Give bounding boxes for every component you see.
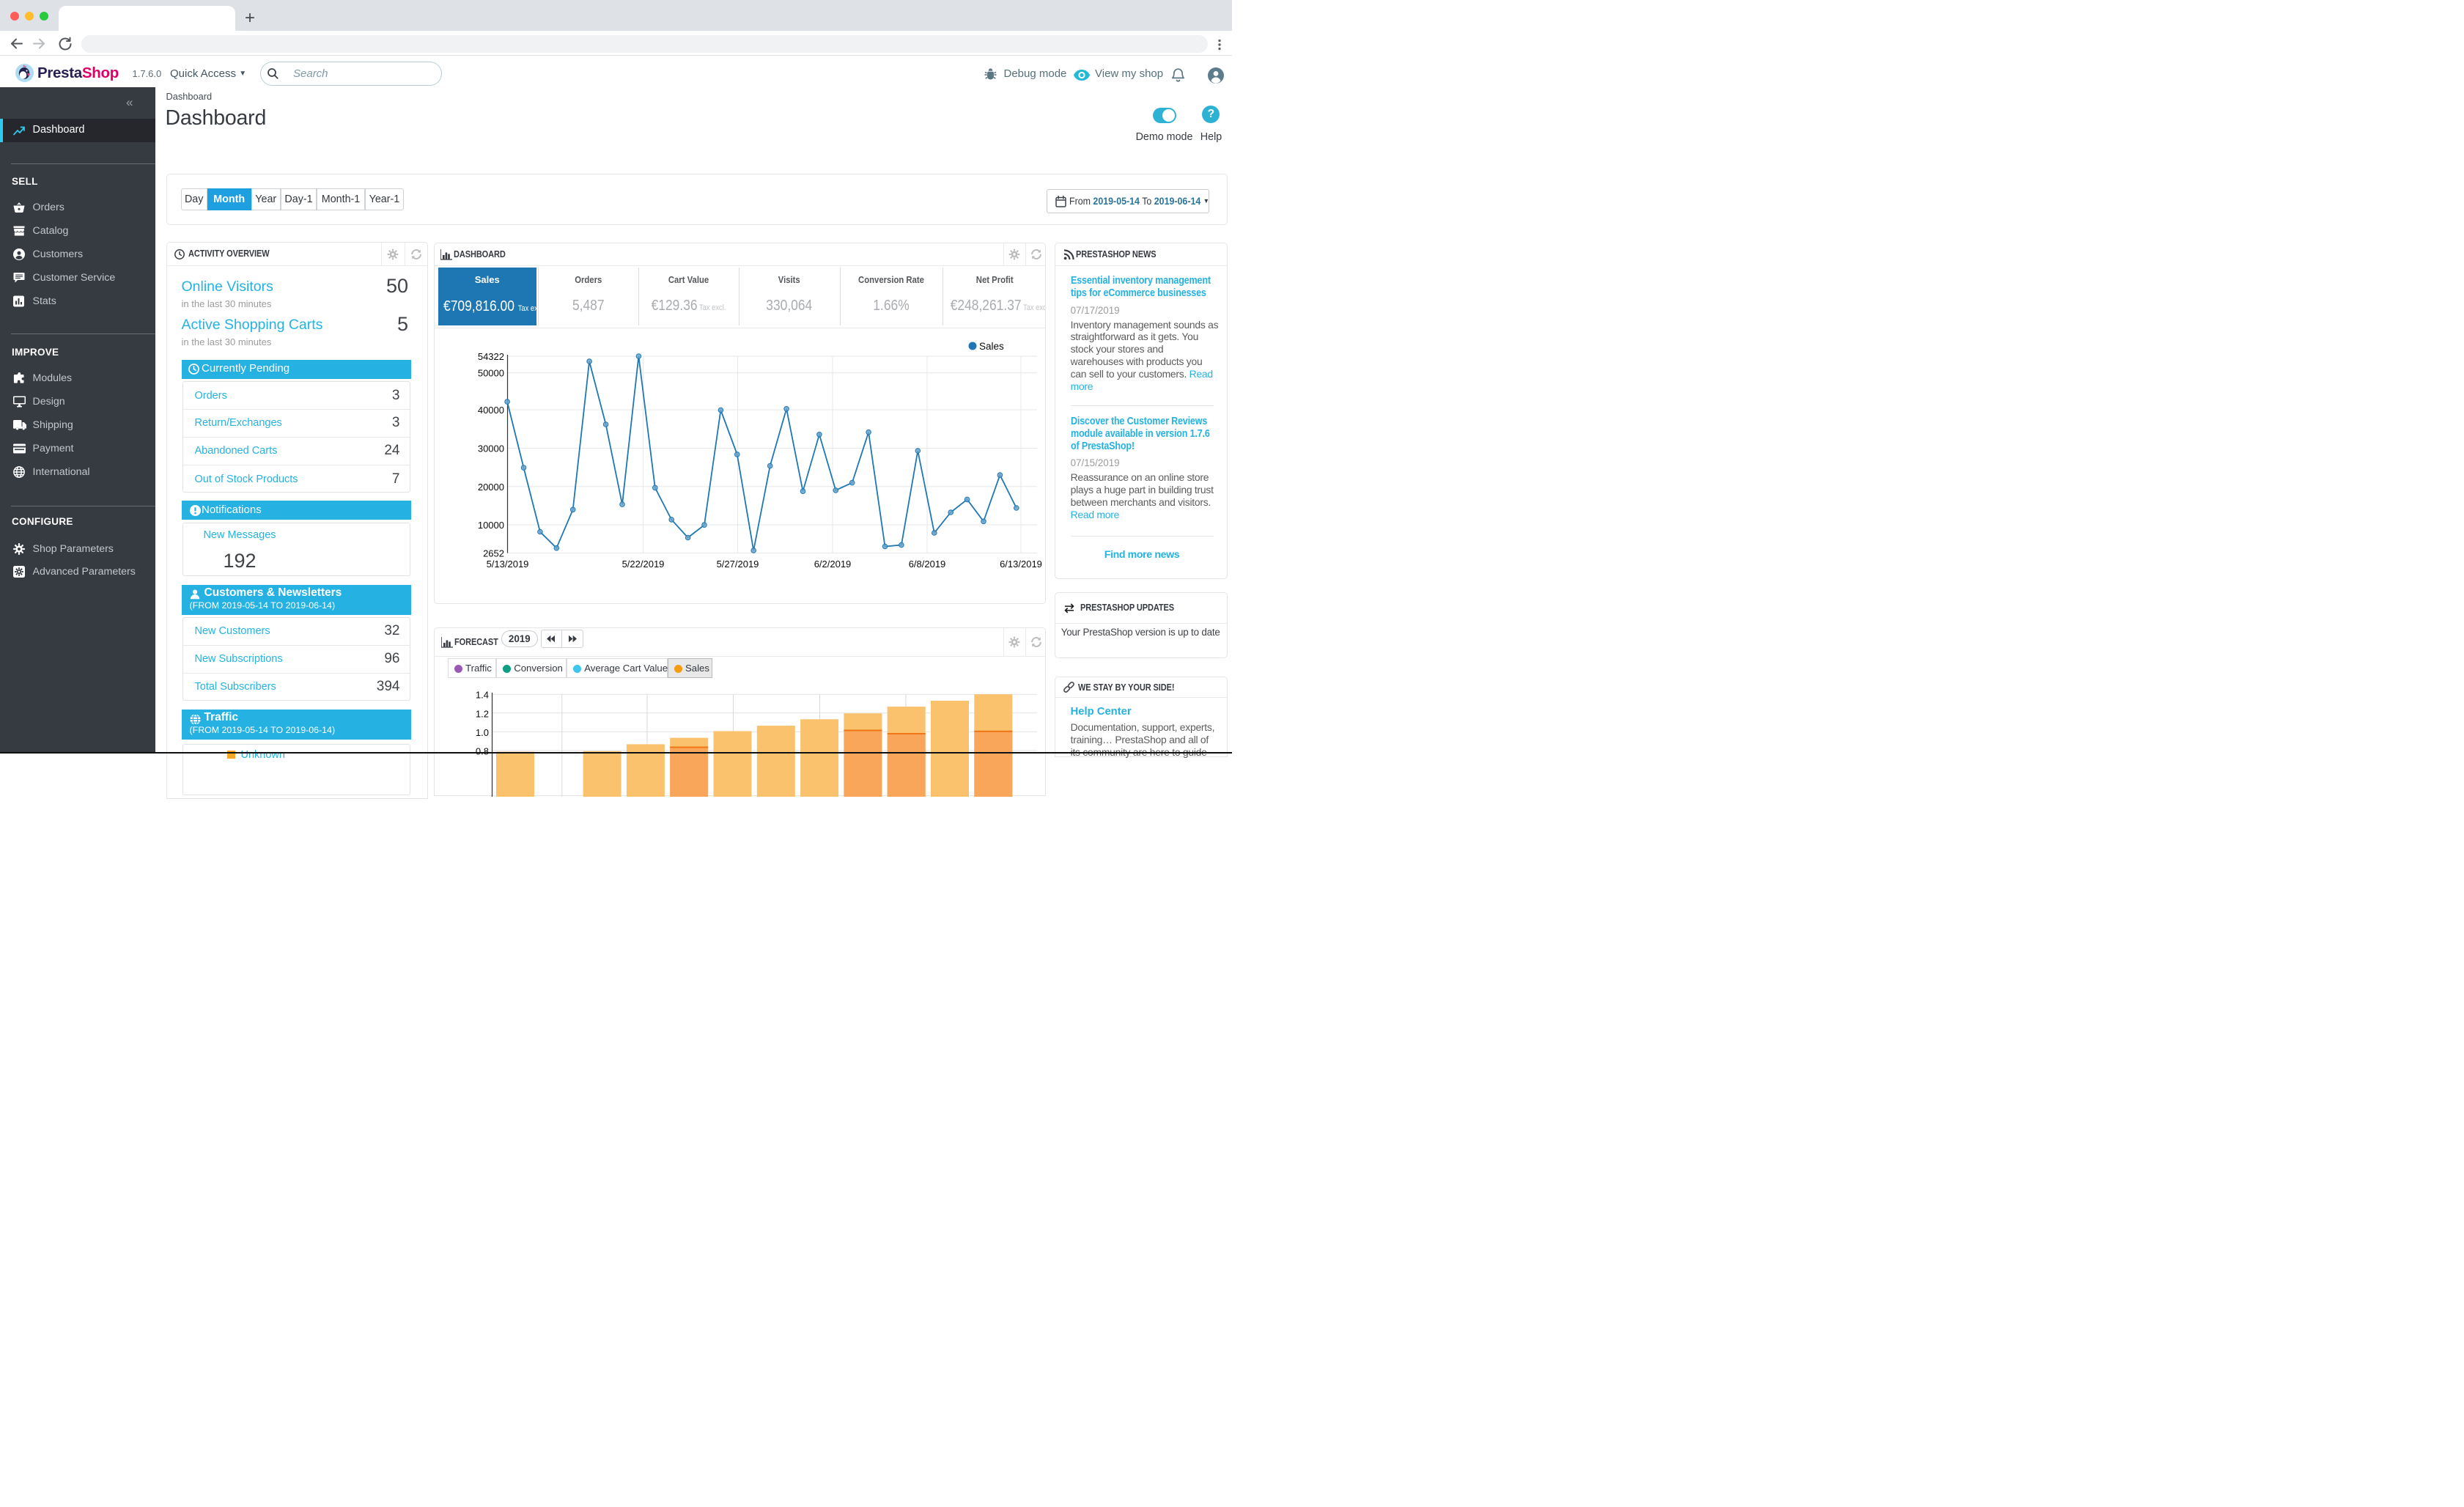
svg-text:50000: 50000	[477, 368, 504, 379]
svg-text:30000: 30000	[477, 443, 504, 454]
svg-text:1.4: 1.4	[475, 689, 488, 700]
svg-text:6/13/2019: 6/13/2019	[1000, 559, 1042, 570]
svg-text:40000: 40000	[477, 405, 504, 416]
svg-text:5/13/2019: 5/13/2019	[486, 559, 528, 570]
svg-text:5/22/2019: 5/22/2019	[621, 559, 664, 570]
svg-text:2652: 2652	[483, 548, 504, 559]
svg-text:6/2/2019: 6/2/2019	[814, 559, 851, 570]
svg-text:0.8: 0.8	[475, 745, 488, 756]
svg-text:10000: 10000	[477, 520, 504, 531]
svg-text:5/27/2019: 5/27/2019	[716, 559, 759, 570]
svg-text:1.0: 1.0	[475, 726, 488, 737]
svg-text:1.2: 1.2	[475, 708, 488, 719]
svg-text:54322: 54322	[477, 351, 504, 362]
svg-text:20000: 20000	[477, 482, 504, 493]
svg-text:6/8/2019: 6/8/2019	[908, 559, 945, 570]
svg-text:Sales: Sales	[979, 341, 1004, 352]
